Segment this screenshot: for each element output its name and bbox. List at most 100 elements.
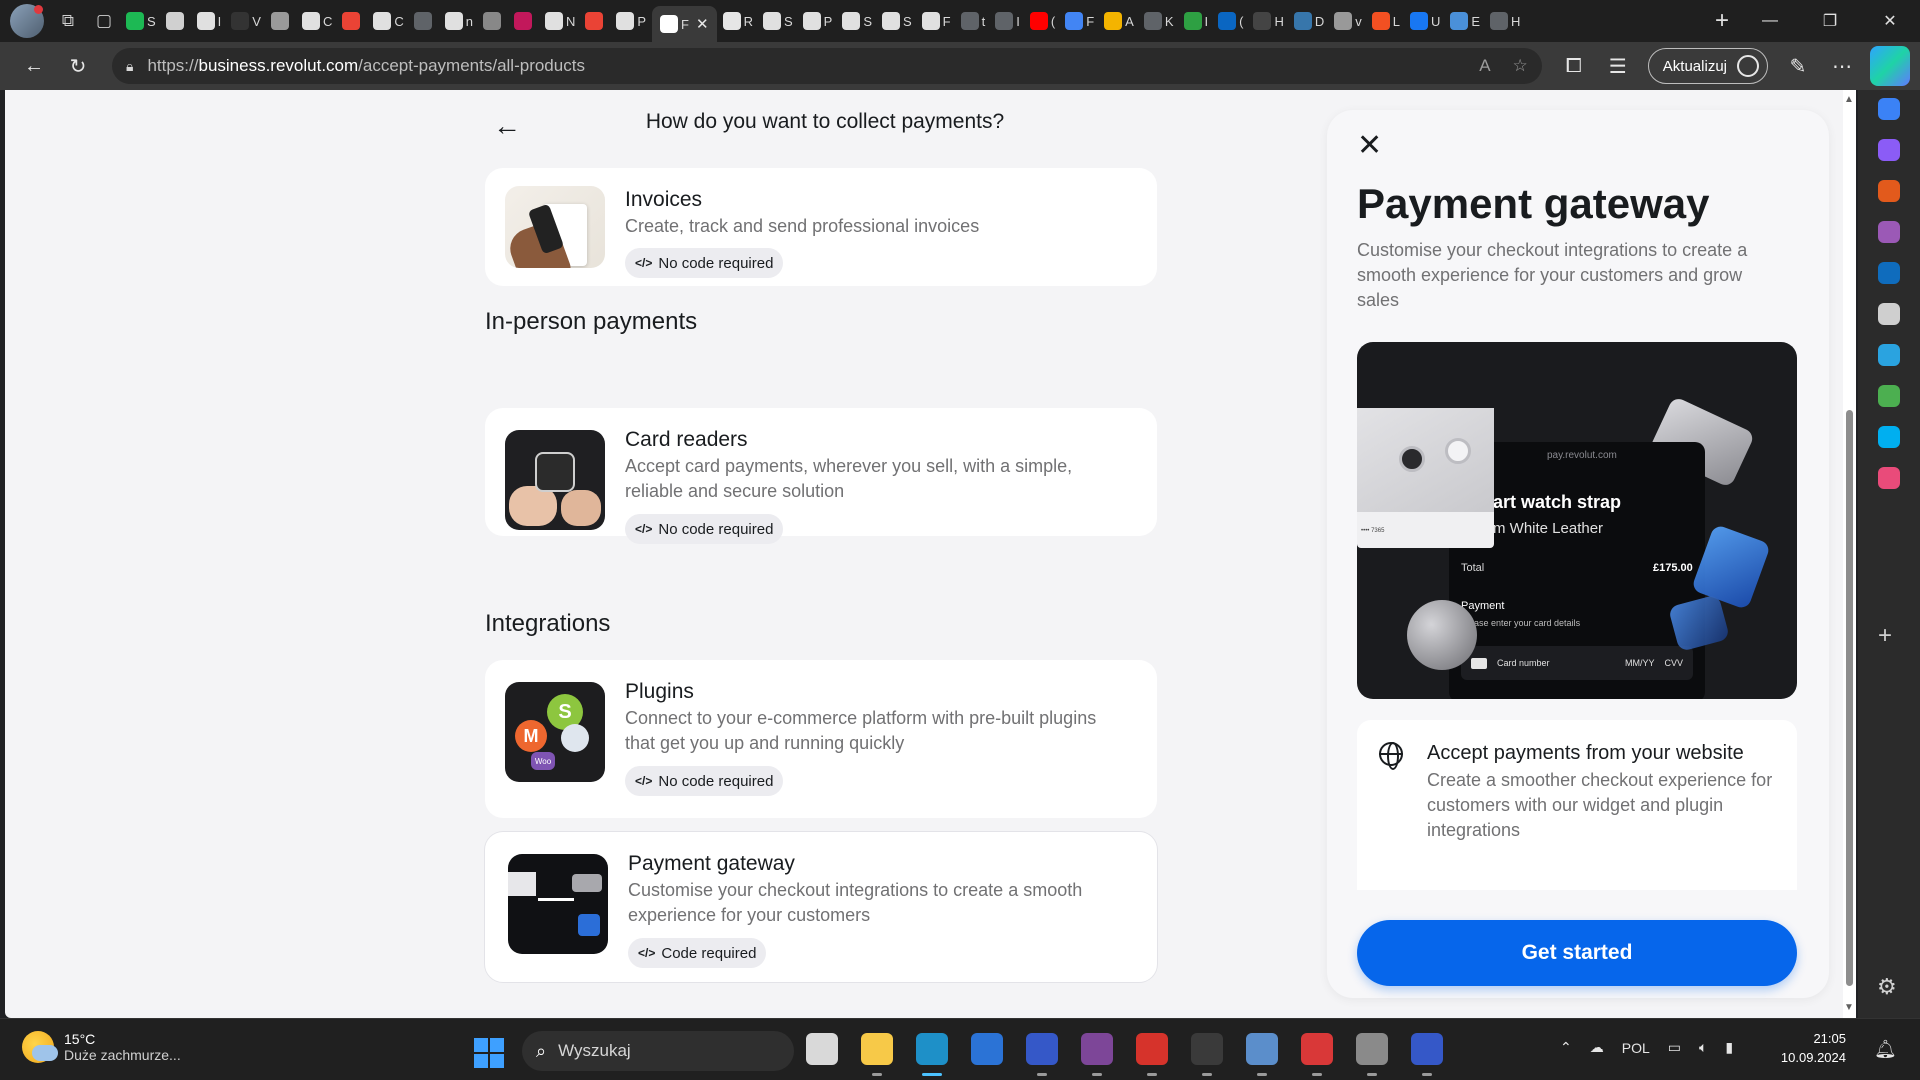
browser-tab[interactable] [479, 6, 508, 36]
tools-icon[interactable] [1878, 180, 1900, 202]
browser-tab[interactable]: S [838, 6, 876, 36]
browser-tab[interactable]: S [878, 6, 916, 36]
battery-icon[interactable]: ▮ [1725, 1039, 1733, 1056]
browser-tab[interactable]: ( [1214, 6, 1247, 36]
favorites-icon[interactable]: ☰ [1596, 46, 1640, 86]
browser-tab[interactable]: D [1290, 6, 1328, 36]
close-icon[interactable]: ✕ [1357, 128, 1382, 163]
restore-button[interactable]: ❐ [1800, 0, 1860, 42]
scroll-up-icon[interactable]: ▲ [1844, 94, 1854, 105]
skype-icon[interactable] [1878, 426, 1900, 448]
browser-tab[interactable]: E [1446, 6, 1484, 36]
address-bar[interactable]: 🔒︎ https://business.revolut.com/accept-p… [112, 48, 1542, 84]
browser-tab[interactable]: H [1486, 6, 1524, 36]
copilot-icon[interactable] [1878, 139, 1900, 161]
browser-tab[interactable]: S [759, 6, 797, 36]
browser-tab[interactable]: n [441, 6, 477, 36]
profile-avatar[interactable] [10, 4, 44, 38]
browser-tab[interactable]: I [1180, 6, 1213, 36]
browser-tab[interactable]: t [957, 6, 990, 36]
workspaces-icon[interactable]: ⧉ [50, 6, 86, 36]
telegram-icon[interactable] [1878, 344, 1900, 366]
close-window-button[interactable]: ✕ [1860, 0, 1920, 42]
add-sidebar-app-icon[interactable]: + [1878, 622, 1892, 650]
copilot-icon[interactable] [1870, 46, 1910, 86]
tag-icon[interactable] [1878, 98, 1900, 120]
notification-bell-icon[interactable]: 🔔︎ [1874, 1039, 1897, 1060]
browser-tab[interactable] [581, 6, 610, 36]
browser-tab[interactable]: K [1140, 6, 1178, 36]
games-icon[interactable] [1878, 221, 1900, 243]
language-indicator[interactable]: POL [1622, 1040, 1650, 1056]
browser-tab[interactable]: v [1330, 6, 1366, 36]
save-app-icon[interactable] [1026, 1033, 1058, 1076]
save-app-2-icon[interactable] [1411, 1033, 1443, 1076]
clock[interactable]: 21:05 10.09.2024 [1776, 1029, 1846, 1067]
product-card-plugins[interactable]: S M Woo Plugins Connect to your e-commer… [485, 660, 1157, 818]
browser-tab[interactable]: C [298, 6, 336, 36]
pdf-app-icon[interactable] [1301, 1033, 1333, 1076]
browser-tab[interactable] [162, 6, 191, 36]
more-menu-icon[interactable]: ⋯ [1820, 46, 1864, 86]
vertical-tabs-icon[interactable]: ▢ [86, 6, 122, 36]
settings-icon[interactable] [1356, 1033, 1388, 1076]
browser-tab[interactable] [410, 6, 439, 36]
chevron-up-icon[interactable]: ⌃ [1560, 1039, 1572, 1056]
browser-tab[interactable]: P [612, 6, 650, 36]
browser-tab[interactable]: R [719, 6, 757, 36]
red-app-icon[interactable] [1136, 1033, 1168, 1076]
update-button[interactable]: Aktualizuj [1647, 48, 1768, 84]
file-explorer-icon[interactable] [861, 1033, 893, 1076]
browser-tab[interactable]: F [1061, 6, 1098, 36]
browser-tab[interactable]: I [991, 6, 1024, 36]
browser-tab[interactable] [267, 6, 296, 36]
read-aloud-icon[interactable]: A [1479, 56, 1490, 76]
favorite-star-icon[interactable]: ☆ [1513, 56, 1528, 76]
app-icon[interactable] [1878, 467, 1900, 489]
weather-widget[interactable]: 15°C Duże zachmurze... [22, 1031, 181, 1063]
browser-tab[interactable]: U [1406, 6, 1444, 36]
browser-tab[interactable]: I [193, 6, 226, 36]
product-card-card-readers[interactable]: Card readers Accept card payments, where… [485, 408, 1157, 544]
browser-tab[interactable] [338, 6, 367, 36]
url-text[interactable]: https://business.revolut.com/accept-paym… [147, 56, 1457, 76]
back-icon[interactable]: ← [12, 46, 56, 86]
browser-tab[interactable]: L [1368, 6, 1404, 36]
close-tab-icon[interactable]: ✕ [696, 15, 709, 33]
virtualbox-icon[interactable] [1246, 1033, 1278, 1076]
onedrive-icon[interactable]: ☁ [1590, 1039, 1604, 1056]
refresh-icon[interactable]: ↻ [56, 46, 100, 86]
browser-tab[interactable]: F [918, 6, 955, 36]
network-icon[interactable]: ▭ [1668, 1039, 1681, 1056]
browser-tab[interactable]: C [369, 6, 407, 36]
browser-tab[interactable]: A [1100, 6, 1138, 36]
terminal-icon[interactable] [1191, 1033, 1223, 1076]
tor-browser-icon[interactable] [1081, 1033, 1113, 1076]
browser-tab[interactable]: ( [1026, 6, 1059, 36]
scrollbar-thumb[interactable] [1846, 410, 1853, 986]
browser-tab[interactable]: P [799, 6, 837, 36]
taskbar-search[interactable]: ⌕ Wyszukaj [522, 1031, 794, 1071]
get-started-button[interactable]: Get started [1357, 920, 1797, 986]
page-scrollbar[interactable]: ▲ ▼ [1843, 90, 1856, 1018]
minimize-button[interactable]: — [1740, 0, 1800, 42]
product-card-invoices[interactable]: Invoices Create, track and send professi… [485, 168, 1157, 286]
edge-icon[interactable] [916, 1033, 948, 1076]
browser-tab[interactable]: S [122, 6, 160, 36]
browser-tab[interactable]: N [541, 6, 579, 36]
feedback-icon[interactable]: ✎ [1776, 46, 1820, 86]
extensions-icon[interactable]: ⧠ [1552, 46, 1596, 86]
start-button[interactable] [474, 1038, 504, 1068]
volume-icon[interactable]: 🔈︎ [1699, 1039, 1707, 1056]
store-icon[interactable] [971, 1033, 1003, 1065]
tree-icon[interactable] [1878, 385, 1900, 407]
product-card-payment-gateway[interactable]: Payment gateway Customise your checkout … [485, 832, 1157, 982]
outlook-icon[interactable] [1878, 262, 1900, 284]
scroll-down-icon[interactable]: ▼ [1844, 1002, 1854, 1013]
search-icon[interactable] [1878, 303, 1900, 325]
task-view-icon[interactable] [806, 1033, 838, 1065]
browser-tab[interactable]: H [1249, 6, 1287, 36]
browser-tab[interactable] [510, 6, 539, 36]
browser-tab[interactable]: V [227, 6, 265, 36]
sidebar-settings-icon[interactable]: ⚙ [1877, 974, 1897, 1000]
